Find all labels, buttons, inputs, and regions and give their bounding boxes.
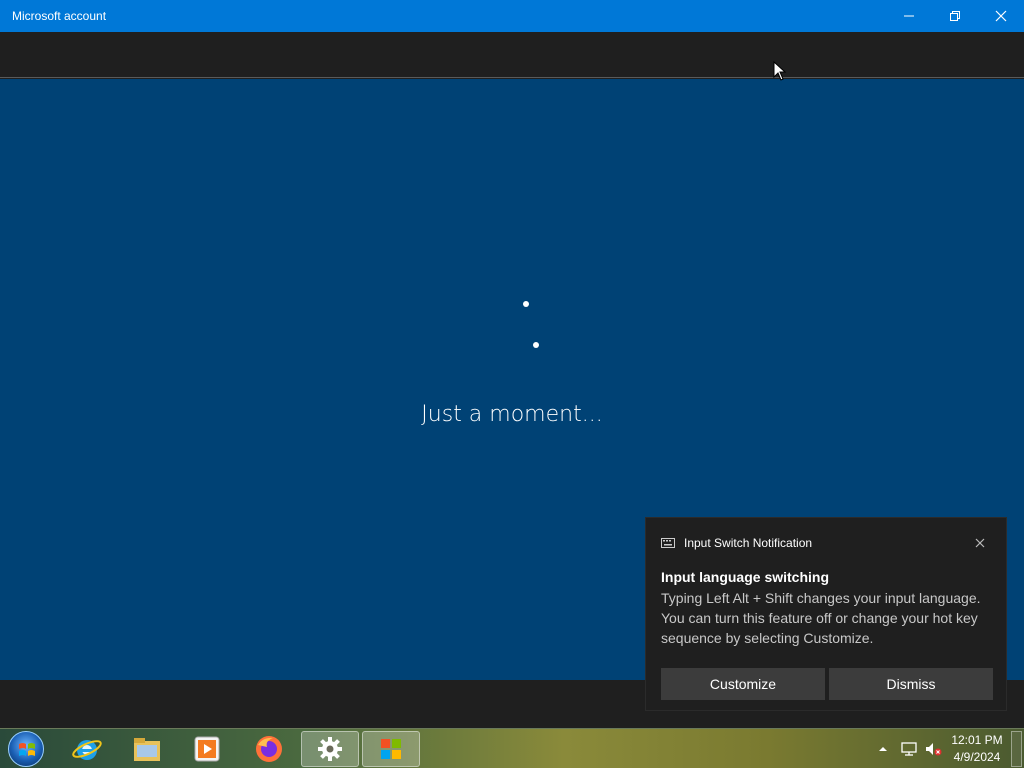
firefox-icon xyxy=(256,736,282,762)
taskbar-settings[interactable] xyxy=(301,731,359,767)
close-button[interactable] xyxy=(978,0,1024,32)
notification-app-name: Input Switch Notification xyxy=(684,536,813,550)
minimize-button[interactable] xyxy=(886,0,932,32)
clock-time: 12:01 PM xyxy=(951,733,1003,747)
notification-body: Typing Left Alt + Shift changes your inp… xyxy=(661,590,981,646)
clock-date: 4/9/2024 xyxy=(953,750,1001,764)
notification-title: Input language switching xyxy=(661,569,829,585)
keyboard-icon xyxy=(661,538,675,548)
settings-icon xyxy=(318,737,342,761)
internet-explorer-icon xyxy=(72,740,102,760)
taskbar-firefox[interactable] xyxy=(240,731,298,767)
loading-text: Just a moment... xyxy=(421,402,603,427)
notification-header: Input Switch Notification xyxy=(661,536,812,550)
taskbar-internet-explorer[interactable] xyxy=(58,731,116,767)
progress-dot xyxy=(523,301,529,307)
dismiss-button[interactable]: Dismiss xyxy=(829,668,993,700)
customize-button[interactable]: Customize xyxy=(661,668,825,700)
close-icon xyxy=(995,10,1007,22)
taskbar-clock[interactable]: 12:01 PM 4/9/2024 xyxy=(946,732,1008,766)
minimize-icon xyxy=(904,15,914,17)
taskbar-file-explorer[interactable] xyxy=(118,731,176,767)
taskbar-media-player[interactable] xyxy=(178,731,236,767)
volume-muted-icon[interactable] xyxy=(924,741,942,757)
app-header-bar xyxy=(0,32,1024,78)
restore-button[interactable] xyxy=(932,0,978,32)
notification-close-icon[interactable] xyxy=(973,536,987,550)
title-bar[interactable]: Microsoft account xyxy=(0,0,1024,32)
windows-logo-icon xyxy=(19,743,35,756)
file-explorer-icon xyxy=(134,738,160,761)
start-button[interactable] xyxy=(8,731,44,767)
progress-dot xyxy=(533,342,539,348)
taskbar-microsoft-store[interactable] xyxy=(362,731,420,767)
media-player-icon xyxy=(194,736,220,762)
input-switch-notification[interactable]: Input Switch Notification Input language… xyxy=(645,517,1007,711)
mouse-cursor-icon xyxy=(773,61,787,81)
network-icon[interactable] xyxy=(900,741,918,757)
show-desktop-button[interactable] xyxy=(1011,731,1022,767)
window-title: Microsoft account xyxy=(12,9,107,23)
show-hidden-icons-chevron-icon[interactable] xyxy=(878,744,888,754)
microsoft-store-icon xyxy=(381,739,401,759)
taskbar: 12:01 PM 4/9/2024 xyxy=(0,728,1024,768)
restore-icon xyxy=(950,11,960,21)
